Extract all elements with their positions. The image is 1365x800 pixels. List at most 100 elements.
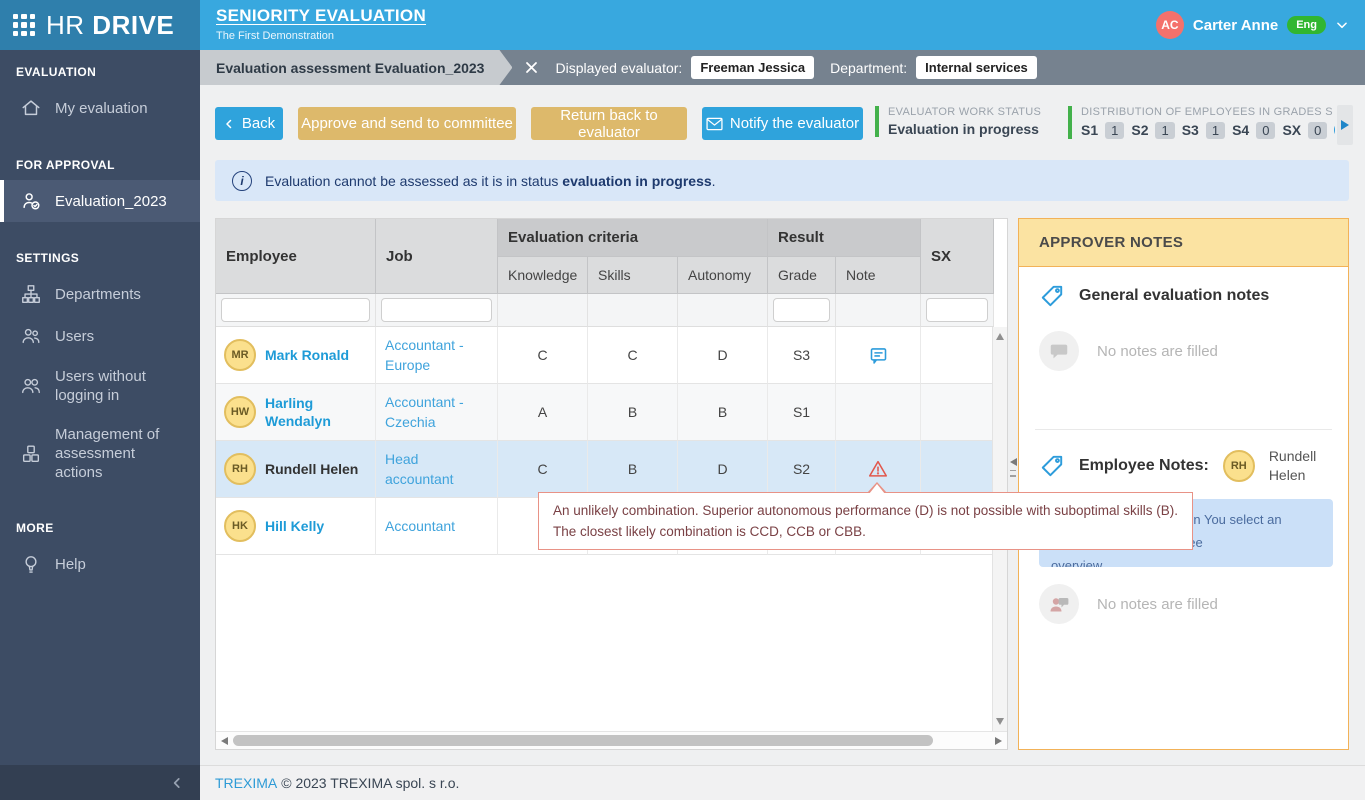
general-notes-title: General evaluation notes (1079, 287, 1269, 305)
col-group-result: Result (768, 219, 921, 257)
job-link[interactable]: Accountant - Czechia (385, 392, 488, 432)
autonomy-cell: D (678, 327, 768, 384)
language-badge[interactable]: Eng (1287, 16, 1326, 34)
tooltip-line1: An unlikely combination. Superior autono… (553, 500, 1178, 521)
employee-avatar: HW (224, 396, 256, 428)
sx-cell (921, 441, 994, 498)
col-header-note[interactable]: Note (836, 257, 921, 294)
sidebar-item-my-evaluation[interactable]: My evaluation (0, 87, 200, 129)
sidebar-item-users-without-login[interactable]: Users without logging in (0, 357, 200, 415)
employee-name-link[interactable]: Rundell Helen (265, 460, 358, 478)
col-header-grade[interactable]: Grade (768, 257, 836, 294)
grade-label: SX (1282, 122, 1301, 138)
grade-filter-input[interactable] (773, 298, 830, 322)
evaluator-badge[interactable]: Freeman Jessica (691, 56, 814, 79)
panel-splitter-handle[interactable] (1008, 448, 1018, 486)
employee-avatar: RH (1223, 450, 1255, 482)
sidebar-section-settings: SETTINGS (0, 236, 200, 273)
scroll-down-icon[interactable] (996, 718, 1004, 725)
job-link[interactable]: Head accountant (385, 449, 488, 489)
person-check-icon (20, 190, 42, 212)
app-frame: HR DRIVE SENIORITY EVALUATION The First … (0, 0, 1365, 800)
scrollbar-thumb[interactable] (233, 735, 933, 746)
page-title: SENIORITY EVALUATION (216, 6, 426, 26)
user-menu[interactable]: AC Carter Anne Eng (1156, 0, 1365, 50)
sx-filter-input[interactable] (926, 298, 988, 322)
user-avatar[interactable]: AC (1156, 11, 1184, 39)
grade-count: 1 (1206, 122, 1225, 139)
employee-name: Rundell Helen (1269, 447, 1331, 485)
top-header: HR DRIVE SENIORITY EVALUATION The First … (0, 0, 1365, 50)
sx-cell (921, 384, 994, 441)
tag-icon (1039, 283, 1065, 309)
footer: TREXIMA © 2023 TREXIMA spol. s r.o. (200, 765, 1365, 800)
sidebar-section-for-approval: FOR APPROVAL (0, 143, 200, 180)
department-badge[interactable]: Internal services (916, 56, 1037, 79)
general-notes-empty: No notes are filled (1039, 331, 1218, 371)
sidebar: EVALUATION My evaluation FOR APPROVAL Ev… (0, 50, 200, 765)
job-filter-input[interactable] (381, 298, 492, 322)
chevron-left-icon[interactable] (170, 776, 184, 790)
employee-notes-title: Employee Notes: (1079, 457, 1209, 475)
evaluation-table: Employee Job Evaluation criteria Result … (215, 218, 1008, 750)
employee-filter-input[interactable] (221, 298, 370, 322)
col-header-job[interactable]: Job (376, 219, 498, 294)
notify-evaluator-button[interactable]: Notify the evaluator (702, 107, 863, 140)
scroll-right-icon[interactable] (995, 737, 1002, 745)
autonomy-cell: B (678, 384, 768, 441)
table-row[interactable]: HWHarling Wendalyn Accountant - Czechia … (216, 384, 994, 441)
employee-name-link[interactable]: Mark Ronald (265, 346, 349, 364)
table-row[interactable]: MRMark Ronald Accountant - Europe C C D … (216, 327, 994, 384)
sidebar-item-help[interactable]: Help (0, 543, 200, 585)
job-link[interactable]: Accountant - Europe (385, 335, 488, 375)
chat-bubble-icon (1039, 331, 1079, 371)
chevron-down-icon[interactable] (1335, 18, 1349, 32)
banner-text: Evaluation cannot be assessed as it is i… (265, 173, 716, 189)
employee-name-link[interactable]: Hill Kelly (265, 517, 324, 535)
back-button[interactable]: Back (215, 107, 283, 140)
sidebar-section-evaluation: EVALUATION (0, 50, 200, 87)
scroll-left-icon[interactable] (221, 737, 228, 745)
warning-triangle-icon[interactable] (867, 458, 889, 480)
scroll-up-icon[interactable] (996, 333, 1004, 340)
grade-label: S3 (1182, 122, 1199, 138)
return-to-evaluator-button[interactable]: Return back to evaluator (531, 107, 687, 140)
apps-grid-icon[interactable] (13, 14, 35, 36)
sidebar-item-users[interactable]: Users (0, 315, 200, 357)
note-message-icon[interactable] (868, 345, 889, 366)
grade-count: 1 (1105, 122, 1124, 139)
distribution-expand-button[interactable] (1337, 105, 1353, 145)
col-header-sx[interactable]: SX (921, 219, 994, 294)
horizontal-scrollbar[interactable] (216, 731, 1007, 749)
employee-avatar: RH (224, 453, 256, 485)
sidebar-item-evaluation-2023[interactable]: Evaluation_2023 (0, 180, 200, 222)
sx-cell (921, 327, 994, 384)
col-header-autonomy[interactable]: Autonomy (678, 257, 768, 294)
employee-avatar: MR (224, 339, 256, 371)
lightbulb-icon (20, 553, 42, 575)
approve-send-committee-button[interactable]: Approve and send to committee (298, 107, 516, 140)
app-logo[interactable]: HR DRIVE (0, 0, 200, 50)
work-status-label: EVALUATOR WORK STATUS (888, 106, 1041, 118)
sidebar-collapse-bar[interactable] (0, 765, 200, 800)
employee-name-link[interactable]: Harling Wendalyn (265, 394, 365, 430)
play-triangle-icon (1341, 120, 1349, 130)
assessment-tab[interactable]: Evaluation assessment Evaluation_2023 (200, 50, 512, 85)
knowledge-cell: C (498, 327, 588, 384)
close-icon[interactable] (524, 60, 539, 75)
sidebar-section-more: MORE (0, 506, 200, 543)
grade-count: 0 (1256, 122, 1275, 139)
person-chat-icon (1039, 584, 1079, 624)
col-header-skills[interactable]: Skills (588, 257, 678, 294)
sidebar-item-departments[interactable]: Departments (0, 273, 200, 315)
help-question-icon[interactable]: ? (1334, 121, 1335, 139)
sidebar-item-management-assessment[interactable]: Management of assessment actions (0, 415, 200, 492)
employee-notes-empty: No notes are filled (1039, 584, 1218, 624)
grade-distribution: DISTRIBUTION OF EMPLOYEES IN GRADES S S1… (1068, 106, 1335, 139)
col-header-knowledge[interactable]: Knowledge (498, 257, 588, 294)
job-link[interactable]: Accountant (385, 516, 455, 536)
col-header-employee[interactable]: Employee (216, 219, 376, 294)
trexima-link[interactable]: TREXIMA (215, 775, 277, 791)
org-chart-icon (20, 283, 42, 305)
employee-notes-section: Employee Notes: RH Rundell Helen (1039, 447, 1339, 485)
